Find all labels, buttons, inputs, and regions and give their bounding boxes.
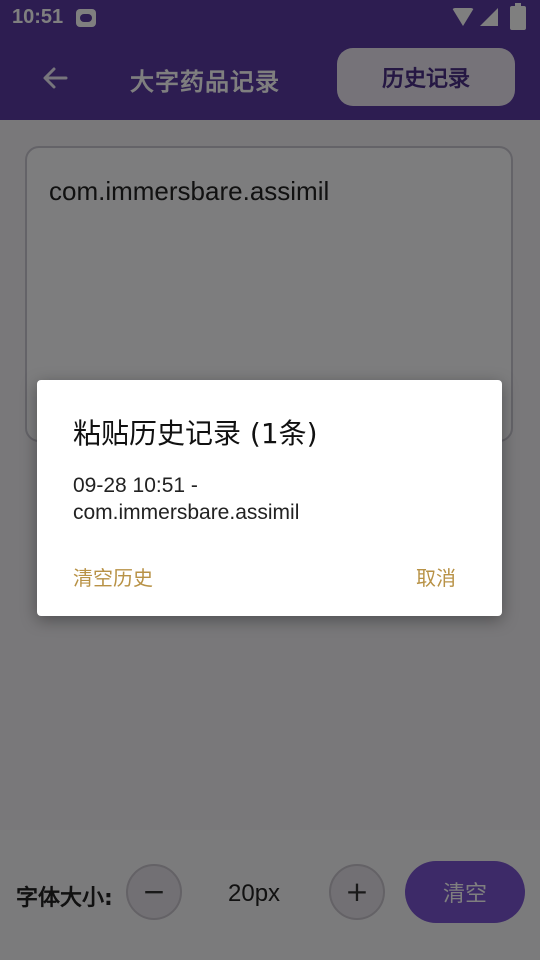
clear-history-button[interactable]: 清空历史 <box>73 562 153 591</box>
cancel-button[interactable]: 取消 <box>416 562 456 591</box>
history-list-item[interactable]: 09-28 10:51 - com.immersbare.assimil <box>73 472 473 526</box>
paste-history-dialog: 粘贴历史记录 (1条) 09-28 10:51 - com.immersbare… <box>37 380 502 616</box>
screen: 10:51 大字药品记录 历史记录 com.immersbare.assimil… <box>0 0 540 960</box>
history-item-text: com.immersbare.assimil <box>73 501 300 524</box>
dialog-title: 粘贴历史记录 (1条) <box>73 417 318 450</box>
history-item-time: 09-28 10:51 - <box>73 474 198 497</box>
